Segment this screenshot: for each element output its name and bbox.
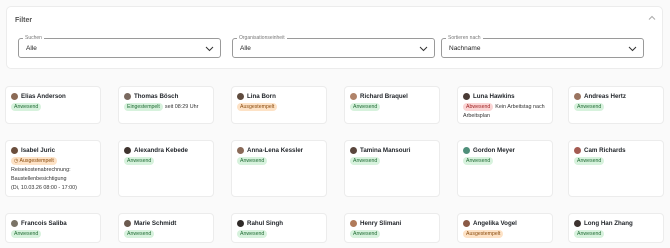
status-badge: Anwesend — [574, 157, 605, 165]
employee-name: Richard Braquel — [360, 93, 408, 100]
employee-card[interactable]: Andreas Hertz Anwesend — [568, 86, 664, 124]
status-badge: ◷ Ausgestempelt — [11, 157, 57, 165]
status-badge: Anwesend — [574, 103, 605, 111]
employee-card[interactable]: Tamina Mansouri Anwesend — [344, 140, 440, 197]
search-label: Suchen — [23, 34, 44, 42]
org-unit-select[interactable]: Organisationseinheit Alle — [232, 34, 435, 58]
status-label: Ausgestempelt — [19, 158, 54, 164]
employee-name: Alexandra Kebede — [134, 147, 188, 154]
avatar — [463, 93, 470, 100]
status-note-line: Baustellenbesichtigung — [11, 176, 67, 182]
employee-name: Andreas Hertz — [584, 93, 626, 100]
employee-name: Elias Anderson — [21, 93, 66, 100]
employee-card[interactable]: Richard Braquel Anwesend — [344, 86, 440, 124]
avatar — [237, 220, 244, 227]
employee-name: Luna Hawkins — [473, 93, 515, 100]
avatar — [237, 93, 244, 100]
status-note-line: Reisekostenabrechnung: — [11, 167, 71, 173]
employee-name: Anna-Lena Kessler — [247, 147, 304, 154]
employee-name: Rahul Singh — [247, 220, 284, 227]
attendance-page: Filter Suchen Alle Organisationseinheit … — [0, 0, 670, 248]
employee-name: Tamina Mansouri — [360, 147, 411, 154]
employee-card[interactable]: Long Han Zhang Anwesend — [568, 213, 664, 243]
employee-card[interactable]: Gordon Meyer Anwesend — [457, 140, 553, 197]
filter-title: Filter — [15, 17, 33, 24]
filter-panel: Filter Suchen Alle Organisationseinheit … — [6, 6, 663, 69]
status-badge: Anwesend — [350, 230, 381, 238]
employee-name: Angelika Vogel — [473, 220, 517, 227]
employee-card[interactable]: Anna-Lena Kessler Anwesend — [231, 140, 327, 197]
employee-name: Long Han Zhang — [584, 220, 633, 227]
org-unit-value: Alle — [240, 45, 251, 52]
employee-name: Henry Slimani — [360, 220, 402, 227]
avatar — [124, 147, 131, 154]
avatar — [237, 147, 244, 154]
employee-card[interactable]: Alexandra Kebede Anwesend — [118, 140, 214, 197]
avatar — [574, 147, 581, 154]
employee-name: Francois Saliba — [21, 220, 67, 227]
employee-name: Cam Richards — [584, 147, 626, 154]
status-badge: Anwesend — [463, 157, 494, 165]
status-badge: Anwesend — [350, 103, 381, 111]
avatar — [350, 93, 357, 100]
status-badge: Ausgestempelt — [463, 230, 504, 238]
search-select[interactable]: Suchen Alle — [18, 34, 221, 58]
employee-card[interactable]: Angelika Vogel Ausgestempelt — [457, 213, 553, 243]
avatar — [574, 220, 581, 227]
employee-card[interactable]: Henry Slimani Anwesend — [344, 213, 440, 243]
employee-name: Thomas Bösch — [134, 93, 179, 100]
employee-card[interactable]: Luna Hawkins Abwesend Kein Arbeitstag nac… — [457, 86, 553, 124]
employee-name: Isabel Juric — [21, 147, 56, 154]
sort-value: Nachname — [449, 45, 481, 52]
status-badge: Anwesend — [11, 103, 42, 111]
employee-card[interactable]: Elias Anderson Anwesend — [5, 86, 101, 124]
employee-card[interactable]: Francois Saliba Anwesend — [5, 213, 101, 243]
status-badge: Anwesend — [350, 157, 381, 165]
employee-card[interactable]: Cam Richards Anwesend — [568, 140, 664, 197]
avatar — [11, 147, 18, 154]
employee-card[interactable]: Lina Born Ausgestempelt — [231, 86, 327, 124]
status-badge: Anwesend — [124, 230, 155, 238]
employee-card[interactable]: Thomas Bösch Eingestempelt seit 08:29 Uhr — [118, 86, 214, 124]
status-badge: Anwesend — [11, 230, 42, 238]
org-unit-label: Organisationseinheit — [237, 34, 287, 42]
avatar — [124, 220, 131, 227]
employee-name: Gordon Meyer — [473, 147, 515, 154]
sort-select[interactable]: Sortieren nach Nachname — [441, 34, 644, 58]
avatar — [124, 93, 131, 100]
status-badge: Anwesend — [237, 230, 268, 238]
chevron-down-icon — [628, 46, 637, 52]
chevron-up-icon[interactable] — [648, 15, 656, 21]
status-badge: Abwesend — [463, 103, 494, 111]
employee-card[interactable]: Isabel Juric ◷ Ausgestempelt Reisekosten… — [5, 140, 101, 197]
chevron-down-icon — [205, 46, 214, 52]
search-value: Alle — [26, 45, 37, 52]
avatar — [463, 220, 470, 227]
status-badge: Anwesend — [124, 157, 155, 165]
status-badge: Anwesend — [237, 157, 268, 165]
status-badge: Ausgestempelt — [237, 103, 278, 111]
status-badge: Eingestempelt — [124, 103, 163, 111]
employee-card[interactable]: Marie Schmidt Anwesend — [118, 213, 214, 243]
avatar — [11, 220, 18, 227]
avatar — [350, 147, 357, 154]
clock-icon: ◷ — [14, 158, 19, 164]
chevron-down-icon — [419, 46, 428, 52]
employee-name: Marie Schmidt — [134, 220, 177, 227]
status-note: seit 08:29 Uhr — [164, 104, 199, 110]
avatar — [463, 147, 470, 154]
avatar — [11, 93, 18, 100]
employee-card[interactable]: Rahul Singh Anwesend — [231, 213, 327, 243]
avatar — [574, 93, 581, 100]
sort-label: Sortieren nach — [446, 34, 483, 42]
employee-name: Lina Born — [247, 93, 276, 100]
status-note-line: (Di, 10.03.26 08:00 - 17:00) — [11, 185, 77, 191]
status-badge: Anwesend — [574, 230, 605, 238]
avatar — [350, 220, 357, 227]
